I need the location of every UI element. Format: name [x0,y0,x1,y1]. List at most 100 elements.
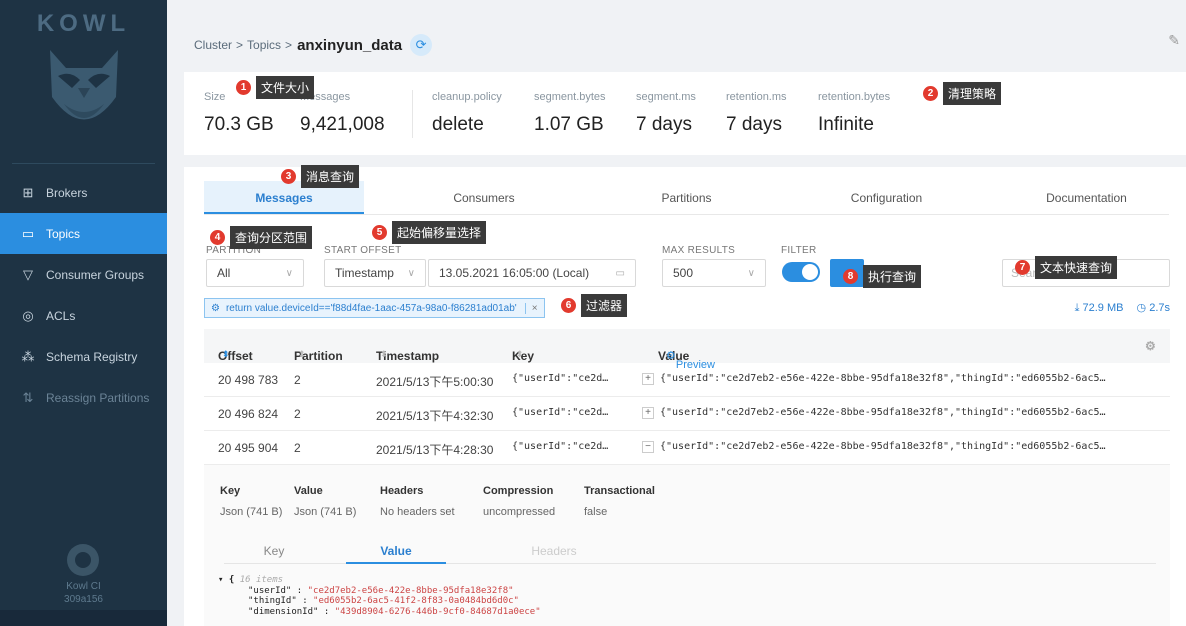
table-row[interactable]: 20 498 783 2 2021/5/13下午5:00:30 {"userId… [204,363,1170,397]
sidebar-nav: ⊞ Brokers ▭ Topics ▽ Consumer Groups ◎ A… [0,172,167,418]
sort-icon: ⬍ [222,349,230,359]
sort-icon: ⬍ [298,349,306,359]
annotation-3: 3 消息查询 [281,165,360,188]
tab-detail-value[interactable]: Value [346,544,446,564]
start-offset-mode-select[interactable]: Timestamp ∨ [324,259,426,287]
tab-consumers[interactable]: Consumers [364,181,604,214]
expand-button[interactable]: + [642,373,654,385]
message-detail: Key Json (741 B) Value Json (741 B) Header… [204,465,1170,626]
filter-tag-code: return value.deviceId=='f88d4fae-1aac-45… [225,302,517,314]
detail-transactional: Transactional false [584,485,655,518]
sidebar-item-consumer-groups[interactable]: ▽ Consumer Groups [0,254,167,295]
sidebar-item-label: Brokers [46,185,88,200]
sidebar-item-label: Schema Registry [46,349,138,364]
stats-divider [412,90,413,138]
stat-segment-ms: segment.ms 7 days [636,91,696,135]
breadcrumb-topics[interactable]: Topics [247,38,281,52]
folder-icon: ▭ [21,225,35,241]
annotation-8: 8 执行查询 [843,265,922,288]
chevron-down-icon: ∨ [285,267,293,279]
breadcrumb: Cluster > Topics > anxinyun_data ⟳ [194,34,433,56]
filter-tag[interactable]: ⚙ return value.deviceId=='f88d4fae-1aac-… [204,298,545,318]
download-icon: ⤓ [1074,302,1080,314]
sidebar: KOWL ⊞ Brokers ▭ Topics ▽ Consumer Group… [0,0,167,626]
detail-tabs: Key Value Headers [224,538,1156,564]
github-icon[interactable] [67,544,99,576]
max-results-select[interactable]: 500 ∨ [662,259,766,287]
sidebar-item-label: ACLs [46,308,76,323]
sort-icon: ⬍ [380,349,388,359]
sidebar-item-reassign-partitions[interactable]: ⇅ Reassign Partitions [0,377,167,418]
logo-area: KOWL [0,0,167,160]
tab-detail-headers[interactable]: Headers [504,544,604,558]
close-icon[interactable]: × [524,302,538,314]
topic-stats-card: Size 70.3 GB Messages 9,421,008 cleanup.… [184,72,1186,155]
sidebar-item-label: Topics [46,226,81,241]
sidebar-item-topics[interactable]: ▭ Topics [0,213,167,254]
stat-segment-bytes: segment.bytes 1.07 GB [534,91,606,135]
shield-icon: ◎ [22,307,34,323]
detail-key: Key Json (741 B) [220,485,283,518]
chevron-down-icon: ∨ [747,267,755,279]
table-row[interactable]: 20 495 904 2 2021/5/13下午4:28:30 {"userId… [204,431,1170,465]
annotation-6: 6 过滤器 [561,294,628,317]
refresh-icon[interactable]: ⟳ [410,34,433,56]
collapse-arrow-icon[interactable]: ▾ [218,575,223,585]
start-offset-datetime-input[interactable]: 13.05.2021 16:05:00 (Local) ▭ [428,259,636,287]
stat-cleanup-policy: cleanup.policy delete [432,91,502,135]
detail-compression: Compression uncompressed [483,485,556,518]
schema-icon: ⁂ [21,348,35,364]
start-offset-label: START OFFSET [324,245,402,256]
annotation-2: 2 清理策略 [923,82,1002,105]
filter-icon: ▽ [23,266,33,282]
owl-logo-icon [50,50,118,120]
sidebar-item-acls[interactable]: ◎ ACLs [0,295,167,336]
annotation-5: 5 起始偏移量选择 [372,221,487,244]
tab-documentation[interactable]: Documentation [1004,181,1169,214]
chevron-down-icon: ∨ [407,267,415,279]
server-icon: ⊞ [22,184,34,200]
app-version: 309a156 [64,594,103,605]
collapse-button[interactable]: − [642,441,654,453]
filter-label: FILTER [781,245,817,256]
gear-icon: ⚙ [211,302,220,314]
max-results-label: MAX RESULTS [662,245,736,256]
preview-button[interactable]: ⚙ Preview [666,349,715,371]
breadcrumb-cluster[interactable]: Cluster [194,38,232,52]
breadcrumb-separator: > [285,38,293,52]
query-meta: ⤓ 72.9 MB ◷ 2.7s [1075,301,1170,315]
filter-toggle[interactable] [782,262,820,282]
tab-configuration[interactable]: Configuration [769,181,1004,214]
app-name: Kowl CI [66,581,101,592]
clock-icon: ◷ [1136,302,1147,314]
json-viewer: ▾ { 16 items "userId" : "ce2d7eb2-e56e-4… [218,575,541,617]
annotation-4: 4 查询分区范围 [210,226,313,249]
logo: KOWL [36,10,131,37]
sidebar-item-label: Consumer Groups [46,267,145,282]
sidebar-item-schema-registry[interactable]: ⁂ Schema Registry [0,336,167,377]
sidebar-divider [12,163,155,164]
gear-icon[interactable]: ⚙ [1145,339,1156,353]
table-row[interactable]: 20 496 824 2 2021/5/13下午4:32:30 {"userId… [204,397,1170,431]
breadcrumb-separator: > [236,38,244,52]
expand-button[interactable]: + [642,407,654,419]
calendar-icon: ▭ [615,267,625,279]
partition-select[interactable]: All ∨ [206,259,304,287]
page-title: anxinyun_data [297,36,403,54]
messages-table-header: Offset ⬍ Partition ⬍ Timestamp ⬍ Key ⬍ Value… [204,329,1170,371]
sidebar-collapse-bar[interactable] [0,610,167,626]
wrench-icon[interactable]: ✎ [1168,32,1180,49]
annotation-7: 7 文本快速查询 [1015,256,1118,279]
annotation-1: 1 文件大小 [236,76,315,99]
reassign-icon: ⇅ [22,389,34,405]
sidebar-item-brokers[interactable]: ⊞ Brokers [0,172,167,213]
sort-icon: ⬍ [516,349,524,359]
detail-value: Value Json (741 B) [294,485,357,518]
stat-retention-bytes: retention.bytes Infinite [818,91,891,135]
detail-headers: Headers No headers set [380,485,455,518]
query-time: 2.7s [1149,302,1170,314]
tab-detail-key[interactable]: Key [224,544,324,558]
tab-partitions[interactable]: Partitions [604,181,769,214]
topic-main-card: Messages Consumers Partitions Configurat… [184,167,1186,626]
sidebar-item-label: Reassign Partitions [46,390,150,405]
